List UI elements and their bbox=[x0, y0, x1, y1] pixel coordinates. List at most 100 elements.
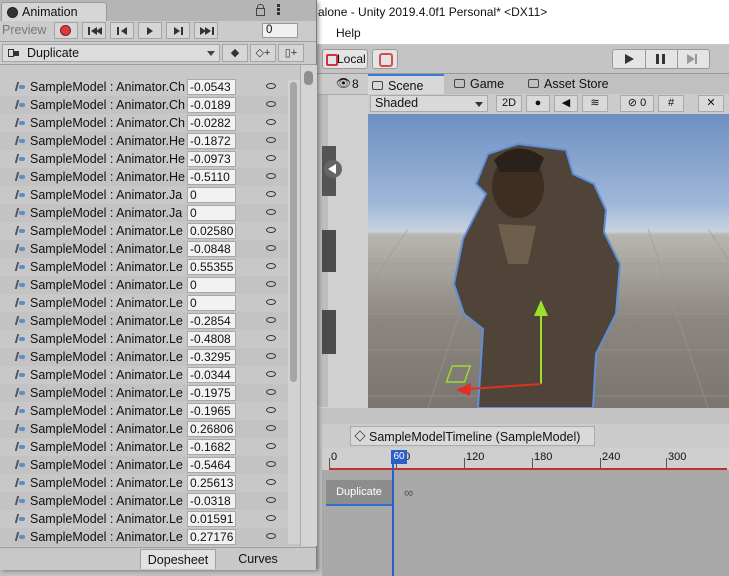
keyframe-toggle-icon[interactable] bbox=[266, 479, 276, 485]
keyframe-toggle-icon[interactable] bbox=[266, 461, 276, 467]
keyframe-toggle-icon[interactable] bbox=[266, 137, 276, 143]
keyframe-toggle-icon[interactable] bbox=[266, 533, 276, 539]
property-value-field[interactable]: -0.0344 bbox=[187, 367, 236, 383]
property-value-field[interactable]: 0 bbox=[187, 277, 236, 293]
prev-key-button[interactable] bbox=[110, 22, 134, 39]
play-button[interactable] bbox=[613, 50, 646, 68]
keyframe-toggle-icon[interactable] bbox=[266, 83, 276, 89]
pivot-local-button[interactable]: Local bbox=[322, 49, 368, 69]
add-keyframe-button[interactable]: ◆ bbox=[222, 44, 248, 62]
step-button[interactable] bbox=[677, 50, 709, 68]
next-key-button[interactable] bbox=[166, 22, 190, 39]
property-value-field[interactable]: -0.0282 bbox=[187, 115, 236, 131]
property-row[interactable]: SampleModel : Animator.Ja 0 bbox=[0, 204, 300, 222]
property-value-field[interactable]: 0.26806 bbox=[187, 421, 236, 437]
property-value-field[interactable]: -0.1682 bbox=[187, 439, 236, 455]
tab-curves[interactable]: Curves bbox=[228, 549, 288, 569]
tab-animation[interactable]: Animation bbox=[1, 2, 107, 21]
property-row[interactable]: SampleModel : Animator.Le -0.0848 bbox=[0, 240, 300, 258]
keyframe-toggle-icon[interactable] bbox=[266, 299, 276, 305]
property-row[interactable]: SampleModel : Animator.Le -0.0318 bbox=[0, 492, 300, 510]
layers-eye-icon[interactable]: 👁 bbox=[336, 76, 351, 90]
property-value-field[interactable]: -0.2854 bbox=[187, 313, 236, 329]
keyframe-toggle-icon[interactable] bbox=[266, 155, 276, 161]
keyframe-toggle-icon[interactable] bbox=[266, 371, 276, 377]
keyframe-toggle-icon[interactable] bbox=[266, 497, 276, 503]
property-row[interactable]: SampleModel : Animator.Le 0.25613 bbox=[0, 474, 300, 492]
property-value-field[interactable]: 0.55355 bbox=[187, 259, 236, 275]
keyframe-toggle-icon[interactable] bbox=[266, 425, 276, 431]
timeline-playhead[interactable] bbox=[392, 452, 394, 576]
keyframe-toggle-icon[interactable] bbox=[266, 515, 276, 521]
playhead-frame-label[interactable]: 60 bbox=[391, 450, 407, 464]
property-value-field[interactable]: -0.1975 bbox=[187, 385, 236, 401]
tab-asset-store[interactable]: Asset Store bbox=[524, 74, 624, 94]
character-model[interactable] bbox=[452, 142, 622, 408]
add-event-button[interactable]: ▯+ bbox=[278, 44, 304, 62]
property-value-field[interactable]: -0.0318 bbox=[187, 493, 236, 509]
grid-toggle[interactable]: # bbox=[658, 95, 684, 112]
property-value-field[interactable]: 0.27176 bbox=[187, 529, 236, 545]
property-row[interactable]: SampleModel : Animator.Ch -0.0282 bbox=[0, 114, 300, 132]
property-row[interactable]: SampleModel : Animator.Le 0.55355 bbox=[0, 258, 300, 276]
property-row[interactable]: SampleModel : Animator.Le -0.1965 bbox=[0, 402, 300, 420]
property-row[interactable]: SampleModel : Animator.Le 0.02580 bbox=[0, 222, 300, 240]
property-value-field[interactable]: -0.0189 bbox=[187, 97, 236, 113]
scene-viewport[interactable] bbox=[368, 114, 729, 408]
property-row[interactable]: SampleModel : Animator.Le -0.4808 bbox=[0, 330, 300, 348]
property-value-field[interactable]: 0 bbox=[187, 205, 236, 221]
keyframe-toggle-icon[interactable] bbox=[266, 335, 276, 341]
first-key-button[interactable] bbox=[82, 22, 106, 39]
menu-help[interactable]: Help bbox=[336, 26, 361, 40]
animation-scrollbar[interactable] bbox=[300, 65, 317, 546]
effects-dropdown[interactable]: ≋ bbox=[582, 95, 608, 112]
property-row[interactable]: SampleModel : Animator.Le -0.0344 bbox=[0, 366, 300, 384]
property-row[interactable]: SampleModel : Animator.Le -0.5464 bbox=[0, 456, 300, 474]
collapse-arrow-icon[interactable] bbox=[324, 160, 342, 178]
property-value-field[interactable]: -0.5464 bbox=[187, 457, 236, 473]
add-key-plus-button[interactable]: ◇+ bbox=[250, 44, 276, 62]
tab-scene[interactable]: Scene bbox=[368, 74, 444, 94]
property-row[interactable]: SampleModel : Animator.Ch -0.0543 bbox=[0, 78, 300, 96]
record-button[interactable] bbox=[54, 22, 78, 39]
keyframe-toggle-icon[interactable] bbox=[266, 389, 276, 395]
clip-select[interactable]: Duplicate bbox=[2, 44, 220, 62]
preview-toggle[interactable]: Preview bbox=[2, 22, 52, 39]
more-menu-icon[interactable] bbox=[277, 4, 280, 7]
keyframe-toggle-icon[interactable] bbox=[266, 173, 276, 179]
lock-icon[interactable] bbox=[256, 4, 265, 16]
property-row[interactable]: SampleModel : Animator.Ch -0.0189 bbox=[0, 96, 300, 114]
keyframe-toggle-icon[interactable] bbox=[266, 119, 276, 125]
property-value-field[interactable]: -0.1872 bbox=[187, 133, 236, 149]
keyframe-toggle-icon[interactable] bbox=[266, 101, 276, 107]
keyframe-toggle-icon[interactable] bbox=[266, 263, 276, 269]
property-value-field[interactable]: -0.0848 bbox=[187, 241, 236, 257]
keyframe-toggle-icon[interactable] bbox=[266, 191, 276, 197]
last-key-button[interactable] bbox=[194, 22, 218, 39]
scrollbar-thumb[interactable] bbox=[304, 71, 313, 85]
property-value-field[interactable]: -0.1965 bbox=[187, 403, 236, 419]
property-value-field[interactable]: -0.0543 bbox=[187, 79, 236, 95]
property-row[interactable]: SampleModel : Animator.Ja 0 bbox=[0, 186, 300, 204]
tab-dopesheet[interactable]: Dopesheet bbox=[140, 549, 216, 569]
property-row[interactable]: SampleModel : Animator.Le 0.27176 bbox=[0, 528, 300, 546]
property-row[interactable]: SampleModel : Animator.Le -0.1682 bbox=[0, 438, 300, 456]
property-row[interactable]: SampleModel : Animator.He -0.5110 bbox=[0, 168, 300, 186]
property-row[interactable]: SampleModel : Animator.Le 0 bbox=[0, 276, 300, 294]
keyframe-toggle-icon[interactable] bbox=[266, 407, 276, 413]
property-row[interactable]: SampleModel : Animator.Le -0.3295 bbox=[0, 348, 300, 366]
frame-input[interactable]: 0 bbox=[262, 23, 298, 38]
property-value-field[interactable]: -0.0973 bbox=[187, 151, 236, 167]
property-value-field[interactable]: 0 bbox=[187, 187, 236, 203]
property-value-field[interactable]: -0.4808 bbox=[187, 331, 236, 347]
property-row[interactable]: SampleModel : Animator.Le 0.26806 bbox=[0, 420, 300, 438]
lighting-toggle[interactable]: ● bbox=[526, 95, 550, 112]
keyframe-toggle-icon[interactable] bbox=[266, 317, 276, 323]
keyframe-toggle-icon[interactable] bbox=[266, 443, 276, 449]
tab-game[interactable]: Game bbox=[450, 74, 522, 94]
property-value-field[interactable]: -0.5110 bbox=[187, 169, 236, 185]
tools-button[interactable]: ✕ bbox=[698, 95, 724, 112]
property-list-scrollbar[interactable] bbox=[288, 80, 300, 544]
property-row[interactable]: SampleModel : Animator.He -0.1872 bbox=[0, 132, 300, 150]
property-row[interactable]: SampleModel : Animator.Le 0 bbox=[0, 294, 300, 312]
